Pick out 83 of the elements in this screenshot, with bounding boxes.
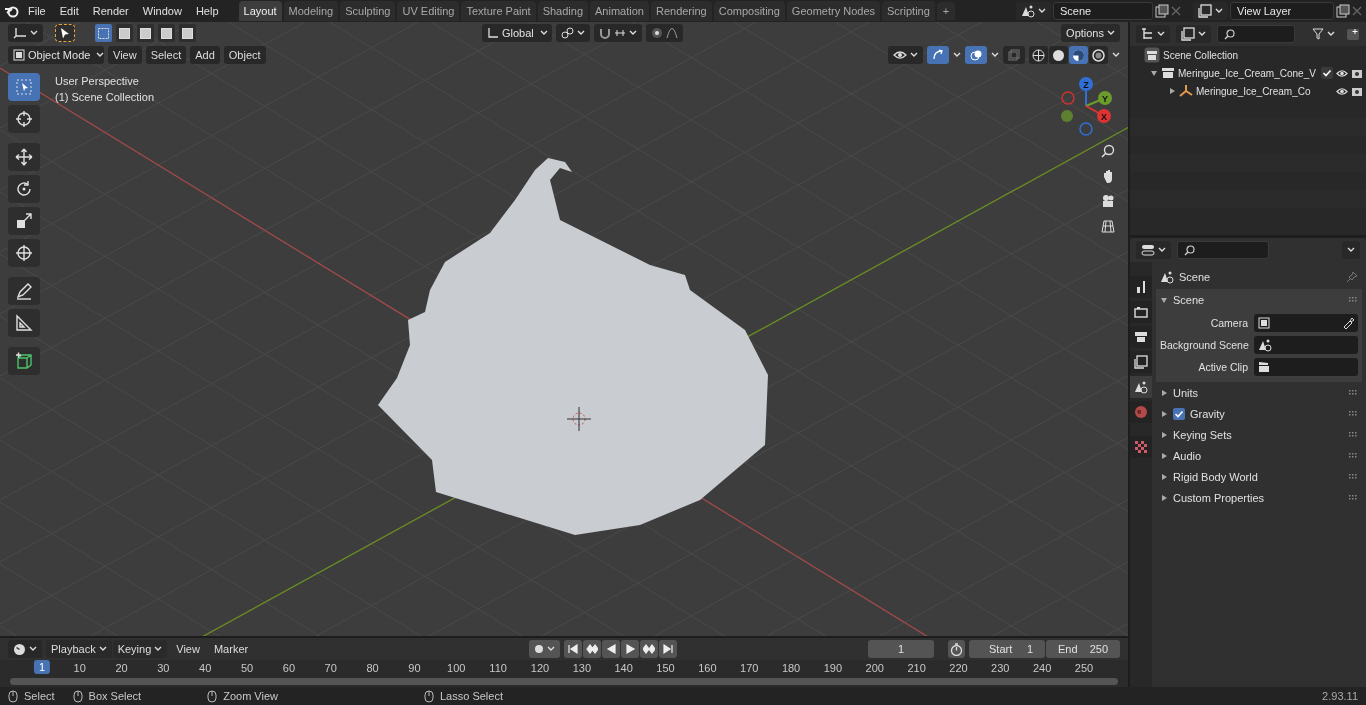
current-frame-field[interactable]: 1 bbox=[868, 640, 934, 658]
version-label: 2.93.11 bbox=[1322, 690, 1358, 702]
frame-number: 90 bbox=[408, 662, 421, 674]
status-hint: Box Select bbox=[88, 690, 142, 702]
workspace-tab[interactable]: Geometry Nodes bbox=[786, 1, 880, 21]
workspace-tab[interactable]: Animation bbox=[590, 1, 649, 21]
viewport-info-text: User Perspective bbox=[55, 75, 140, 87]
frame-number: 170 bbox=[740, 662, 759, 674]
frame-number: 70 bbox=[324, 662, 337, 674]
frame-number: 190 bbox=[823, 662, 843, 674]
frame-number: 150 bbox=[656, 662, 675, 674]
panel-title[interactable]: Audio bbox=[1173, 449, 1202, 462]
frame-number: 10 bbox=[73, 662, 86, 674]
frame-number: 240 bbox=[1032, 662, 1052, 674]
axis-label: X bbox=[1101, 111, 1107, 122]
transform-orientation-dropdown[interactable]: Global bbox=[482, 24, 552, 42]
frame-number: 110 bbox=[489, 662, 507, 674]
panel-title[interactable]: Gravity bbox=[1190, 407, 1225, 420]
frame-number: 230 bbox=[991, 662, 1010, 674]
frame-number: 200 bbox=[865, 662, 884, 674]
viewport-info-text: (1) Scene Collection bbox=[55, 91, 155, 103]
workspace-tab[interactable]: Scripting bbox=[882, 1, 935, 21]
menu-item[interactable]: Window bbox=[136, 2, 188, 20]
frame-number: 250 bbox=[1074, 662, 1094, 674]
header-menu[interactable]: Object bbox=[223, 46, 266, 64]
timeline-menu[interactable]: Keying bbox=[112, 640, 168, 658]
menu-item[interactable]: Render bbox=[86, 2, 135, 20]
workspace-tab[interactable]: Compositing bbox=[713, 1, 785, 21]
workspace-tab[interactable]: Rendering bbox=[650, 1, 712, 21]
workspace-tab[interactable]: Layout bbox=[238, 1, 282, 21]
frame-number: 60 bbox=[282, 662, 295, 674]
end-frame-field[interactable]: End 250 bbox=[1046, 640, 1120, 658]
current-frame-marker[interactable]: 1 bbox=[33, 660, 51, 674]
frame-number: 220 bbox=[949, 662, 968, 674]
panel-title[interactable]: Units bbox=[1173, 386, 1199, 399]
panel-title[interactable]: Keying Sets bbox=[1173, 428, 1232, 441]
menu-item[interactable]: File bbox=[22, 2, 52, 20]
outliner-item[interactable]: Meringue_Ice_Cream_Co bbox=[1196, 85, 1333, 97]
frame-number: 120 bbox=[530, 662, 550, 674]
field-label: Background Scene bbox=[1160, 339, 1248, 351]
frame-number: 100 bbox=[447, 662, 466, 674]
options-dropdown[interactable]: Options bbox=[1061, 24, 1120, 42]
timeline-menu[interactable]: View bbox=[171, 640, 205, 658]
workspace-tab[interactable]: Modeling bbox=[283, 1, 339, 21]
frame-number: 160 bbox=[698, 662, 717, 674]
frame-number: 130 bbox=[572, 662, 591, 674]
menu-item[interactable]: Help bbox=[189, 2, 225, 20]
header-menu[interactable]: View bbox=[108, 46, 142, 64]
field-label: Camera bbox=[1209, 317, 1248, 329]
frame-number: 50 bbox=[240, 662, 254, 674]
workspace-tab[interactable]: Sculpting bbox=[340, 1, 396, 21]
workspace-tab[interactable]: Shading bbox=[537, 1, 589, 21]
panel-title[interactable]: Custom Properties bbox=[1173, 491, 1265, 504]
header-menu[interactable]: Select bbox=[145, 46, 187, 64]
status-hint: Lasso Select bbox=[440, 690, 503, 702]
timeline-menu[interactable]: Marker bbox=[208, 640, 254, 658]
frame-number: 40 bbox=[199, 662, 212, 674]
frame-number: 80 bbox=[366, 662, 379, 674]
view-layer-field[interactable]: View Layer bbox=[1230, 2, 1334, 20]
menu-item[interactable]: Edit bbox=[53, 2, 85, 20]
header-menu[interactable]: Add bbox=[190, 46, 220, 64]
workspace-tab[interactable]: Texture Paint bbox=[461, 1, 536, 21]
scene-field[interactable]: Scene bbox=[1053, 2, 1153, 20]
add-workspace-button[interactable]: + bbox=[936, 2, 956, 20]
frame-number: 180 bbox=[781, 662, 801, 674]
outliner-item[interactable]: Scene Collection bbox=[1163, 49, 1363, 61]
status-hint: Select bbox=[24, 690, 55, 702]
panel-title[interactable]: Scene bbox=[1173, 293, 1205, 306]
context-title: Scene bbox=[1179, 270, 1211, 283]
mode-dropdown[interactable]: Object Mode bbox=[8, 46, 104, 64]
workspace-tab[interactable]: UV Editing bbox=[397, 1, 460, 21]
axis-label: Y bbox=[1102, 93, 1108, 104]
field-label: Active Clip bbox=[1197, 361, 1248, 373]
frame-number: 30 bbox=[157, 662, 170, 674]
frame-number: 210 bbox=[907, 662, 926, 674]
panel-title[interactable]: Rigid Body World bbox=[1173, 470, 1258, 483]
timeline-menu[interactable]: Playback bbox=[46, 640, 112, 658]
frame-number: 140 bbox=[614, 662, 633, 674]
frame-number: 20 bbox=[115, 662, 128, 674]
status-hint: Zoom View bbox=[223, 690, 278, 702]
start-frame-field[interactable]: Start 1 bbox=[969, 640, 1045, 658]
outliner-item[interactable]: Meringue_Ice_Cream_Cone_V bbox=[1178, 67, 1318, 79]
axis-label: Z bbox=[1083, 79, 1089, 90]
